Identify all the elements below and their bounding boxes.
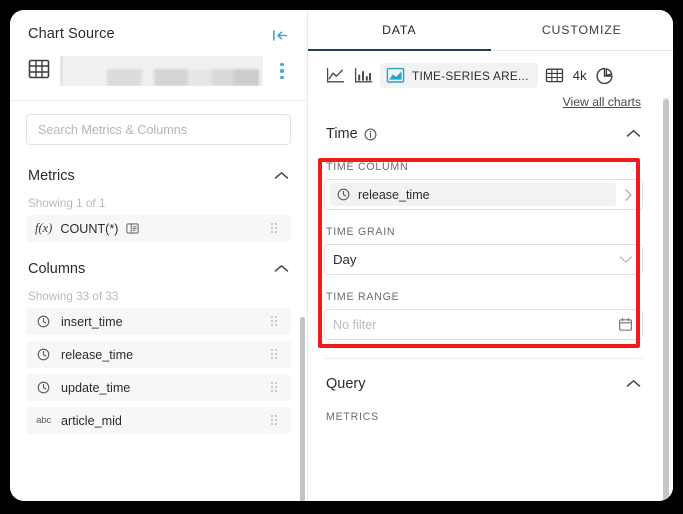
- column-label: article_mid: [61, 413, 122, 428]
- function-icon: f(x): [35, 221, 53, 235]
- tab-customize[interactable]: CUSTOMIZE: [491, 10, 674, 50]
- big-number-icon[interactable]: 4k: [572, 68, 588, 83]
- query-section-header[interactable]: Query: [324, 359, 643, 395]
- query-metrics-label: METRICS: [326, 411, 379, 423]
- viz-selected-label: TIME-SERIES ARE...: [412, 68, 529, 83]
- time-range-value: No filter: [333, 317, 377, 332]
- column-label: insert_time: [61, 314, 123, 329]
- columns-showing-count: Showing 33 of 33: [28, 290, 119, 303]
- page-title: Chart Source: [28, 26, 115, 42]
- panel-tabs: DATA CUSTOMIZE: [308, 10, 673, 51]
- chart-source-panel: Chart Source Metrics: [10, 10, 308, 501]
- column-label: release_time: [61, 347, 134, 362]
- dataset-row[interactable]: [10, 54, 307, 101]
- time-column-label: TIME COLUMN: [326, 161, 409, 173]
- area-chart-icon: [386, 67, 405, 84]
- metrics-section-title: Metrics: [28, 168, 75, 184]
- line-chart-icon[interactable]: [324, 65, 346, 87]
- column-label: update_time: [61, 380, 131, 395]
- drag-handle-icon[interactable]: [271, 223, 281, 234]
- time-grain-value: Day: [333, 252, 357, 267]
- dataset-name-redacted: [60, 56, 263, 86]
- app-window: Chart Source Metrics: [10, 10, 673, 501]
- bar-chart-icon[interactable]: [352, 65, 374, 87]
- clock-icon: [35, 315, 52, 328]
- collapse-left-icon[interactable]: [271, 26, 289, 44]
- time-section-header[interactable]: Time: [324, 109, 643, 145]
- search-zone: [10, 101, 307, 155]
- time-grain-label: TIME GRAIN: [326, 226, 396, 238]
- columns-list: insert_time release_time update_time abc…: [10, 308, 307, 434]
- time-column-value-pill[interactable]: release_time: [330, 183, 616, 206]
- view-all-charts-row: View all charts: [308, 88, 659, 109]
- certified-metric-icon: [126, 222, 140, 235]
- query-section-title: Query: [326, 376, 366, 392]
- drag-handle-icon[interactable]: [271, 415, 281, 426]
- time-column-select[interactable]: release_time: [324, 179, 643, 210]
- kebab-menu-icon[interactable]: [273, 61, 291, 82]
- metrics-section-header[interactable]: Metrics: [10, 155, 307, 191]
- drag-handle-icon[interactable]: [271, 349, 281, 360]
- viz-type-picker: TIME-SERIES ARE... 4k: [308, 51, 659, 88]
- time-grain-select[interactable]: Day: [324, 244, 643, 275]
- time-section: Time TIME COLUMN release_time TIME GRAIN…: [308, 109, 659, 340]
- search-input[interactable]: [26, 114, 291, 145]
- list-item[interactable]: release_time: [26, 341, 291, 368]
- chevron-up-icon[interactable]: [274, 260, 289, 278]
- calendar-icon[interactable]: [618, 317, 633, 332]
- table-grid-icon: [28, 58, 50, 85]
- viz-selected-area-chart[interactable]: TIME-SERIES ARE...: [380, 63, 538, 88]
- metrics-showing-count: Showing 1 of 1: [28, 197, 106, 210]
- time-range-select[interactable]: No filter: [324, 309, 643, 340]
- clock-icon: [35, 348, 52, 361]
- list-item[interactable]: update_time: [26, 374, 291, 401]
- control-panel: DATA CUSTOMIZE TIME-SERIES ARE... 4k Vie…: [308, 10, 673, 501]
- time-range-label: TIME RANGE: [326, 291, 400, 303]
- chevron-up-icon[interactable]: [274, 167, 289, 185]
- text-type-icon: abc: [36, 415, 51, 426]
- clock-icon: [337, 188, 350, 201]
- drag-handle-icon[interactable]: [271, 316, 281, 327]
- list-item[interactable]: abc article_mid: [26, 407, 291, 434]
- control-panel-scroll: TIME-SERIES ARE... 4k View all charts Ti…: [308, 51, 673, 501]
- columns-section-header[interactable]: Columns: [10, 248, 307, 284]
- list-item[interactable]: f(x) COUNT(*): [26, 215, 291, 242]
- info-circle-icon[interactable]: [364, 128, 377, 141]
- clock-icon: [35, 381, 52, 394]
- query-section: Query METRICS: [308, 359, 659, 429]
- time-column-value: release_time: [358, 187, 430, 202]
- time-section-title: Time: [326, 126, 358, 142]
- list-item[interactable]: insert_time: [26, 308, 291, 335]
- table-chart-icon[interactable]: [544, 65, 566, 87]
- panel-header: Chart Source: [10, 10, 307, 54]
- left-scroll-body: Metrics Showing 1 of 1 f(x) COUNT(*) Col…: [10, 155, 307, 501]
- drag-handle-icon[interactable]: [271, 382, 281, 393]
- pie-chart-icon[interactable]: [594, 65, 616, 87]
- view-all-charts-link[interactable]: View all charts: [563, 95, 641, 109]
- chevron-down-icon[interactable]: [619, 255, 633, 264]
- chevron-up-icon[interactable]: [626, 125, 641, 143]
- control-panel-scrollbar[interactable]: [663, 99, 669, 501]
- chevron-right-icon[interactable]: [624, 188, 633, 202]
- tab-data[interactable]: DATA: [308, 10, 491, 51]
- left-panel-scrollbar[interactable]: [300, 317, 305, 501]
- chevron-up-icon[interactable]: [626, 375, 641, 393]
- metric-label: COUNT(*): [60, 221, 119, 236]
- columns-section-title: Columns: [28, 261, 86, 277]
